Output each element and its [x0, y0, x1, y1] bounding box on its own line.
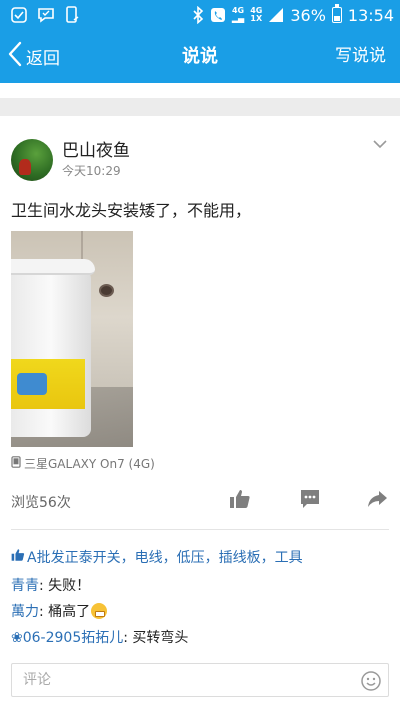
battery-percent: 36% — [290, 5, 326, 25]
comment-input[interactable] — [12, 664, 342, 696]
divider — [11, 529, 389, 530]
share-arrow-icon — [366, 491, 388, 514]
call-icon — [210, 7, 226, 23]
post-photo[interactable] — [11, 231, 133, 447]
comment-item[interactable]: 青青: 失败！ — [11, 575, 90, 595]
comment-bubble-icon — [299, 490, 321, 514]
device-name: 三星GALAXY On7 (4G) — [24, 457, 155, 471]
back-button[interactable]: 返回 — [8, 30, 60, 83]
comment-item[interactable]: ❀06-2905拓拓儿: 买转弯头 — [11, 627, 188, 647]
photo-water-pipe — [99, 284, 114, 297]
author-name[interactable]: 巴山夜鱼 — [62, 140, 130, 162]
comment-input-box[interactable] — [11, 663, 389, 697]
comment-author[interactable]: 萬力 — [11, 604, 39, 620]
comment-button[interactable] — [299, 488, 321, 514]
likes-line[interactable]: A批发正泰开关，电线，低压，插线板，工具 — [11, 547, 303, 567]
thumbs-up-small-icon — [11, 548, 25, 566]
share-button[interactable] — [366, 488, 388, 514]
signal-strength-icon — [268, 7, 284, 23]
post-content: 卫生间水龙头安装矮了，不能用， — [11, 201, 252, 220]
view-count: 浏览56次 — [11, 495, 71, 511]
photo-bucket — [11, 267, 91, 437]
chevron-down-icon — [372, 137, 388, 156]
post-time: 今天10:29 — [62, 164, 121, 178]
post-options-button[interactable] — [372, 136, 388, 156]
comment-author[interactable]: ❀06-2905拓拓儿 — [11, 630, 123, 646]
comment-author[interactable]: 青青 — [11, 578, 39, 594]
chevron-left-icon — [8, 41, 22, 72]
back-label: 返回 — [26, 49, 60, 69]
status-bar: 4G ▂▄ 4G 1X 36% 13:54 — [0, 0, 400, 30]
battery-level-fill — [333, 15, 340, 21]
network-type-indicator-2: 4G 1X — [250, 7, 262, 23]
phone-icon — [11, 456, 21, 471]
comment-text: : 买转弯头 — [123, 630, 189, 646]
thumbs-up-icon — [229, 490, 251, 514]
battery-icon — [331, 4, 342, 23]
post-author[interactable]: 巴山夜鱼 今天10:29 — [11, 139, 130, 181]
device-info: 三星GALAXY On7 (4G) — [11, 455, 155, 472]
photo-bucket-label — [11, 359, 85, 409]
bluetooth-icon — [192, 6, 204, 24]
network-type-indicator: 4G ▂▄ — [232, 7, 244, 23]
message-icon — [37, 6, 55, 24]
photo-bucket-rim — [11, 259, 95, 275]
avatar[interactable] — [11, 139, 53, 181]
notification-icon — [10, 6, 28, 24]
comment-text: : 失败！ — [39, 578, 91, 594]
smiley-icon — [360, 671, 382, 696]
comment-text: : 桶高了 — [39, 604, 91, 620]
section-divider — [0, 98, 400, 116]
clock: 13:54 — [347, 5, 394, 25]
signal-bars-icon: ▂▄ — [231, 14, 245, 23]
network-type-bottom: 1X — [250, 14, 263, 23]
emoji-picker-button[interactable] — [360, 670, 382, 696]
grin-emoji-icon — [91, 603, 108, 619]
write-post-button[interactable]: 写说说 — [335, 30, 386, 83]
comment-item[interactable]: 萬力: 桶高了 — [11, 601, 108, 621]
phone-storage-icon — [64, 6, 80, 24]
like-button[interactable] — [229, 488, 251, 514]
likers-names[interactable]: A批发正泰开关，电线，低压，插线板，工具 — [27, 547, 303, 567]
app-header: 返回 说说 写说说 — [0, 30, 400, 83]
